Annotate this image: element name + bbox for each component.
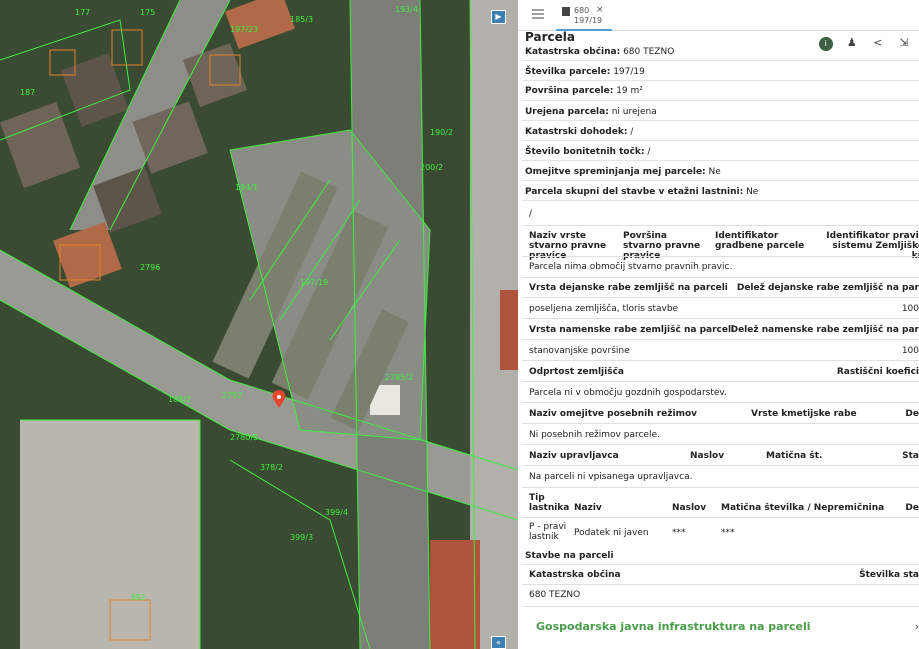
divider bbox=[522, 180, 919, 181]
parcel-label: 188/2 bbox=[168, 395, 191, 404]
field-arranged-parcel: Urejena parcela: ni urejena bbox=[525, 107, 657, 117]
parcel-label: 197/19 bbox=[300, 278, 328, 287]
field-parcel-area: Površina parcele: 19 m² bbox=[525, 86, 643, 96]
rights-empty: Parcela nima območij stvarno pravnih pra… bbox=[529, 262, 733, 272]
manager-empty: Na parceli ni vpisanega upravljavca. bbox=[529, 472, 693, 482]
document-icon bbox=[562, 7, 570, 16]
infrastructure-label: Gospodarska javna infrastruktura na parc… bbox=[536, 620, 811, 633]
tab-line1: 680 bbox=[574, 6, 590, 15]
divider bbox=[522, 444, 919, 445]
divider bbox=[522, 381, 919, 382]
parcel-label: 194/1 bbox=[235, 183, 258, 192]
export-icon[interactable]: ⇲ bbox=[897, 36, 911, 50]
divider bbox=[522, 423, 919, 424]
divider bbox=[522, 60, 919, 61]
info-icon[interactable]: i bbox=[818, 37, 833, 51]
divider bbox=[522, 160, 919, 161]
parcel-label: 399/4 bbox=[325, 508, 348, 517]
rights-header: Naziv vrste stvarno pravne pravice Površ… bbox=[529, 231, 919, 261]
divider bbox=[522, 225, 919, 226]
buildings-title: Stavbe na parceli bbox=[525, 551, 614, 561]
field-cadastral-income: Katastrski dohodek: / bbox=[525, 127, 634, 137]
parcel-label: 2796 bbox=[140, 263, 160, 272]
divider bbox=[522, 584, 919, 585]
collapse-icon[interactable]: « bbox=[491, 636, 506, 649]
divider bbox=[522, 402, 919, 403]
infrastructure-section[interactable]: Gospodarska javna infrastruktura na parc… bbox=[522, 606, 919, 649]
parcel-label: 185/3 bbox=[290, 15, 313, 24]
close-icon[interactable]: × bbox=[596, 5, 604, 15]
parcel-label: 197/23 bbox=[230, 25, 258, 34]
person-pin-icon[interactable]: ♟ bbox=[845, 36, 859, 50]
divider bbox=[522, 564, 919, 565]
divider bbox=[522, 256, 919, 257]
parcel-label: 190/2 bbox=[430, 128, 453, 137]
field-cadastral-municipality: Katastrska občina: 680 TEZNO bbox=[525, 47, 675, 57]
divider bbox=[522, 339, 919, 340]
slash-value: / bbox=[529, 209, 533, 219]
divider bbox=[522, 277, 919, 278]
divider bbox=[522, 100, 919, 101]
owner-row: P - pravi lastnik Podatek ni javen *** *… bbox=[529, 522, 735, 542]
parcel-label: 2780/5 bbox=[230, 433, 258, 442]
field-parcel-number: Številka parcele: 197/19 bbox=[525, 67, 645, 77]
divider bbox=[522, 120, 919, 121]
parcel-label: 378/2 bbox=[260, 463, 283, 472]
divider bbox=[522, 360, 919, 361]
parcel-label: 187 bbox=[20, 88, 35, 97]
divider bbox=[522, 465, 919, 466]
parcel-label: 193/4 bbox=[395, 5, 418, 14]
map-canvas[interactable]: 177 175 187 197/23 185/3 193/4 190/2 194/1 197/1… bbox=[0, 0, 518, 649]
divider bbox=[522, 80, 919, 81]
parcel-label: 200/2 bbox=[420, 163, 443, 172]
regime-empty: Ni posebnih režimov parcele. bbox=[529, 430, 660, 440]
tab-line2: 197/19 bbox=[574, 16, 603, 25]
parcel-label: 175 bbox=[140, 8, 155, 17]
parcel-label: 399/3 bbox=[290, 533, 313, 542]
map-view[interactable]: 177 175 187 197/23 185/3 193/4 190/2 194/1 197/1… bbox=[0, 0, 518, 649]
divider bbox=[522, 318, 919, 319]
divider bbox=[522, 200, 919, 201]
owner-header: Tip lastnika Naziv Naslov Matična števil… bbox=[529, 493, 919, 513]
tab-parcel[interactable]: 680 197/19 × bbox=[556, 3, 612, 31]
field-boundary-restrictions: Omejitve spreminjanja mej parcele: Ne bbox=[525, 167, 721, 177]
layers-icon[interactable]: ▶ bbox=[491, 10, 506, 24]
share-icon[interactable]: < bbox=[871, 36, 885, 50]
list-icon[interactable] bbox=[530, 7, 546, 21]
divider bbox=[522, 140, 919, 141]
field-common-part: Parcela skupni del stavbe v etažni lastn… bbox=[525, 187, 759, 197]
parcel-label: 177 bbox=[75, 8, 90, 17]
divider bbox=[522, 297, 919, 298]
parcel-label: 2785/2 bbox=[385, 373, 413, 382]
divider bbox=[522, 517, 919, 518]
parcel-label: 2797 bbox=[222, 391, 242, 400]
panel-title: Parcela bbox=[525, 30, 575, 44]
tab-bar: 680 197/19 × bbox=[518, 0, 919, 31]
divider bbox=[522, 487, 919, 488]
info-panel: 680 197/19 × Parcela i ♟ < ⇲ Katastrska … bbox=[518, 0, 919, 649]
field-rating-points: Število bonitetnih točk: / bbox=[525, 147, 651, 157]
chevron-right-icon[interactable]: › bbox=[915, 620, 919, 633]
action-bar: i ♟ < ⇲ bbox=[812, 31, 911, 51]
openness-empty: Parcela ni v območju gozdnih gospodarste… bbox=[529, 388, 727, 398]
parcel-label: 392 bbox=[130, 593, 145, 602]
